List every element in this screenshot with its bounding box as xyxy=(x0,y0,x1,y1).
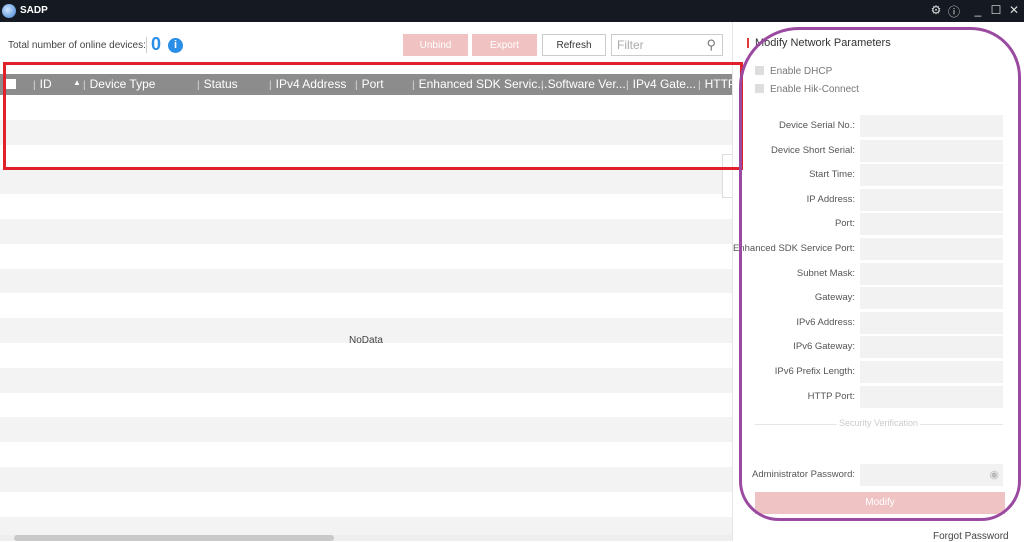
table-row xyxy=(0,293,732,318)
table-row xyxy=(0,218,732,244)
info-icon[interactable]: i xyxy=(168,38,183,53)
table-row xyxy=(0,492,732,517)
forgot-password-link[interactable]: Forgot Password xyxy=(933,531,1009,542)
online-devices-count: 0 xyxy=(151,34,162,54)
table-row xyxy=(0,343,732,368)
section-marker xyxy=(747,38,749,48)
table-row xyxy=(0,169,732,195)
info-icon[interactable]: ⓘ xyxy=(946,3,962,20)
unbind-button[interactable]: Unbind xyxy=(403,34,468,56)
horizontal-scrollbar[interactable] xyxy=(0,535,732,541)
refresh-button[interactable]: Refresh xyxy=(542,34,606,56)
annotation-highlight-panel xyxy=(739,27,1021,521)
title-bar: SADP ⚙ ⓘ _ ☐ ✕ xyxy=(0,0,1024,22)
export-devices-button[interactable]: Export Devic... xyxy=(472,34,537,73)
close-button[interactable]: ✕ xyxy=(1006,3,1022,17)
filter-placeholder: Filter xyxy=(617,38,644,52)
app-title: SADP xyxy=(20,5,48,16)
annotation-highlight-table xyxy=(3,62,743,170)
gear-icon[interactable]: ⚙ xyxy=(928,3,944,17)
scrollbar-thumb[interactable] xyxy=(14,535,334,541)
table-row xyxy=(0,466,732,492)
no-data-text: NoData xyxy=(349,335,383,346)
app-logo-icon xyxy=(2,4,16,18)
table-row xyxy=(0,393,732,418)
filter-input[interactable]: Filter ⚲ xyxy=(611,34,723,56)
table-row xyxy=(0,194,732,219)
minimize-button[interactable]: _ xyxy=(970,3,986,17)
table-row xyxy=(0,417,732,443)
divider xyxy=(146,37,147,53)
table-row xyxy=(0,244,732,269)
table-row xyxy=(0,268,732,294)
online-devices-label: Total number of online devices: xyxy=(8,40,146,51)
table-row xyxy=(0,442,732,467)
search-icon[interactable]: ⚲ xyxy=(706,37,716,53)
maximize-button[interactable]: ☐ xyxy=(988,3,1004,17)
table-row xyxy=(0,367,732,393)
